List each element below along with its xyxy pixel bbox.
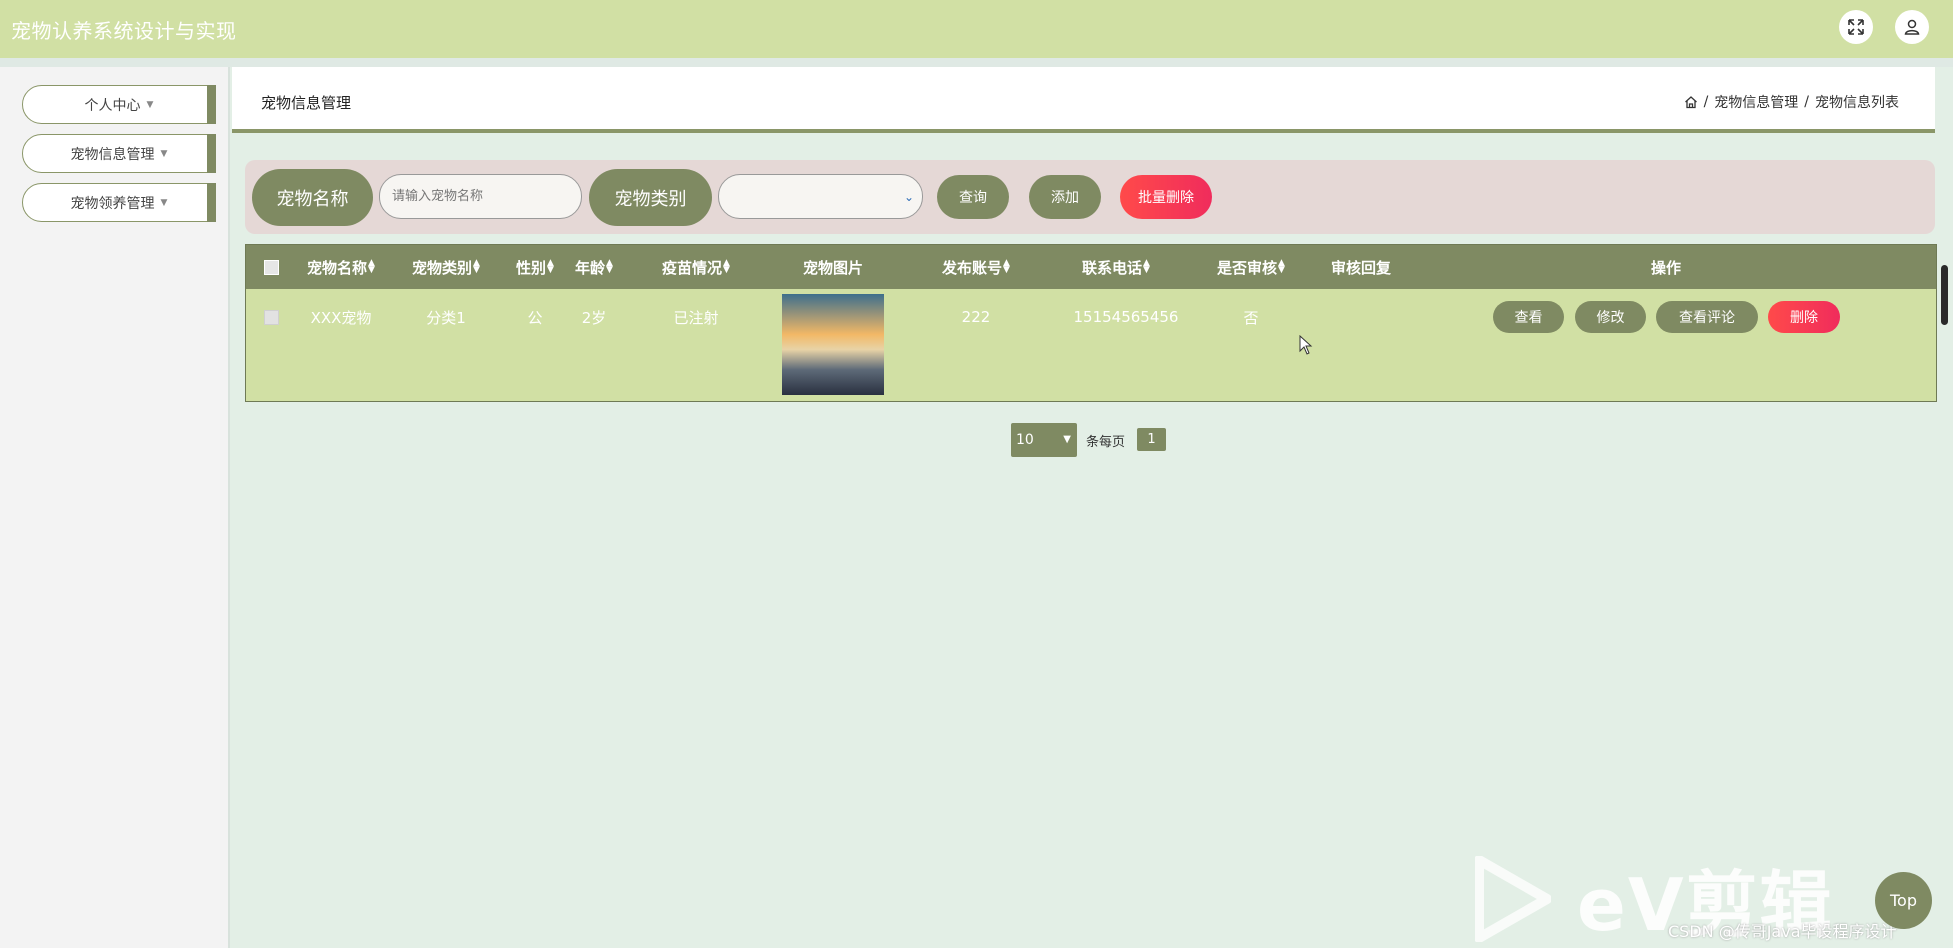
sort-icon: ▲ ▼ xyxy=(368,258,375,275)
edit-button[interactable]: 修改 xyxy=(1575,301,1646,333)
column-header-gender[interactable]: 性别 ▲ ▼ xyxy=(510,245,560,289)
column-header-account[interactable]: 发布账号 ▲ ▼ xyxy=(926,245,1026,289)
sort-icon: ▲ ▼ xyxy=(606,258,613,275)
sidebar-item-label: 个人中心 xyxy=(84,97,141,114)
back-to-top-button[interactable]: Top xyxy=(1875,872,1932,929)
pet-table: 宠物名称 ▲ ▼ 宠物类别 ▲ ▼ 性别 ▲ ▼ 年龄 ▲ ▼ 疫苗情况 ▲ ▼ 宠物图片 发布账号… xyxy=(245,244,1937,402)
sidebar-item-pet-info[interactable]: 宠物信息管理 ▼ xyxy=(22,134,216,173)
cell-account: 222 xyxy=(961,308,991,326)
sidebar-item-personal-center[interactable]: 个人中心 ▼ xyxy=(22,85,216,124)
checkbox[interactable] xyxy=(263,309,279,325)
cell-reply xyxy=(1316,289,1406,345)
delete-button[interactable]: 删除 xyxy=(1768,301,1840,333)
column-header-vaccine[interactable]: 疫苗情况 ▲ ▼ xyxy=(646,245,746,289)
page-button-1[interactable]: 1 xyxy=(1137,428,1166,451)
view-button[interactable]: 查看 xyxy=(1493,301,1564,333)
fullscreen-button[interactable] xyxy=(1839,10,1873,44)
breadcrumb: / 宠物信息管理 / 宠物信息列表 xyxy=(1684,92,1899,112)
breadcrumb-separator: / xyxy=(1804,94,1809,110)
expand-icon xyxy=(1848,19,1864,35)
home-icon[interactable] xyxy=(1684,95,1698,109)
breadcrumb-item: 宠物信息列表 xyxy=(1815,95,1899,111)
page-title: 宠物信息管理 xyxy=(261,94,352,112)
cell-vaccine: 已注射 xyxy=(673,308,719,327)
batch-delete-button[interactable]: 批量删除 xyxy=(1120,175,1212,219)
page-size-value: 10 xyxy=(1016,432,1034,448)
table-row: XXX宠物 分类1 公 2岁 已注射 222 15154565456 否 查看 … xyxy=(246,289,1936,401)
per-page-label: 条每页 xyxy=(1086,435,1126,450)
caret-down-icon: ▼ xyxy=(160,148,168,159)
sidebar-item-pet-adoption[interactable]: 宠物领养管理 ▼ xyxy=(22,183,216,222)
column-header-age[interactable]: 年龄 ▲ ▼ xyxy=(569,245,619,289)
sidebar-item-label: 宠物领养管理 xyxy=(70,195,155,212)
column-header-reviewed[interactable]: 是否审核 ▲ ▼ xyxy=(1201,245,1301,289)
cell-category: 分类1 xyxy=(426,308,466,327)
sidebar-item-label: 宠物信息管理 xyxy=(70,146,155,163)
chevron-down-icon: ⌄ xyxy=(903,190,914,204)
caret-down-icon: ▼ xyxy=(146,99,154,110)
cell-gender: 公 xyxy=(527,308,543,327)
search-panel: 宠物名称 宠物类别 ⌄ 查询 添加 批量删除 xyxy=(245,160,1935,234)
table-header: 宠物名称 ▲ ▼ 宠物类别 ▲ ▼ 性别 ▲ ▼ 年龄 ▲ ▼ 疫苗情况 ▲ ▼ 宠物图片 发布账号… xyxy=(246,245,1936,289)
sort-icon: ▲ ▼ xyxy=(1143,258,1150,275)
column-header-image: 宠物图片 xyxy=(802,258,863,277)
user-menu-button[interactable] xyxy=(1895,10,1929,44)
sort-icon: ▲ ▼ xyxy=(473,258,480,275)
cell-reviewed: 否 xyxy=(1243,308,1259,327)
breadcrumb-separator: / xyxy=(1703,94,1709,110)
top-bar: 宠物认养系统设计与实现 xyxy=(0,0,1953,58)
pet-image[interactable] xyxy=(782,294,884,395)
view-comments-button[interactable]: 查看评论 xyxy=(1656,301,1758,333)
add-button[interactable]: 添加 xyxy=(1029,175,1101,219)
sidebar: 个人中心 ▼ 宠物信息管理 ▼ 宠物领养管理 ▼ xyxy=(0,67,230,948)
chevron-down-icon: ▼ xyxy=(1063,434,1071,445)
caret-down-icon: ▼ xyxy=(160,197,168,208)
breadcrumb-item[interactable]: 宠物信息管理 xyxy=(1714,92,1798,112)
cell-phone: 15154565456 xyxy=(1073,308,1179,326)
checkbox[interactable] xyxy=(263,259,279,275)
column-header-phone[interactable]: 联系电话 ▲ ▼ xyxy=(1066,245,1166,289)
column-header-actions: 操作 xyxy=(1650,258,1681,277)
pet-category-select[interactable]: ⌄ xyxy=(718,174,923,219)
column-header-reply: 审核回复 xyxy=(1330,258,1391,277)
select-all-checkbox[interactable] xyxy=(262,245,280,289)
pet-name-label: 宠物名称 xyxy=(252,169,373,226)
sort-icon: ▲ ▼ xyxy=(723,258,730,275)
row-checkbox[interactable] xyxy=(262,289,280,345)
csdn-watermark: CSDN @传哥Java毕设程序设计 xyxy=(1668,922,1897,941)
page-header: 宠物信息管理 / 宠物信息管理 / 宠物信息列表 xyxy=(232,67,1935,133)
mouse-cursor-icon xyxy=(1299,335,1313,355)
app-title: 宠物认养系统设计与实现 xyxy=(11,19,237,43)
column-header-name[interactable]: 宠物名称 ▲ ▼ xyxy=(296,245,386,289)
cell-name: XXX宠物 xyxy=(310,308,372,327)
pet-category-label: 宠物类别 xyxy=(589,169,712,226)
pet-name-input[interactable] xyxy=(379,174,582,219)
user-icon xyxy=(1904,19,1920,35)
cell-age: 2岁 xyxy=(581,308,607,327)
top-strip xyxy=(0,58,1953,67)
query-button[interactable]: 查询 xyxy=(937,175,1009,219)
play-logo-icon xyxy=(1475,855,1551,942)
sort-icon: ▲ ▼ xyxy=(547,258,554,275)
column-header-category[interactable]: 宠物类别 ▲ ▼ xyxy=(401,245,491,289)
sort-icon: ▲ ▼ xyxy=(1003,258,1010,275)
sort-icon: ▲ ▼ xyxy=(1278,258,1285,275)
scrollbar[interactable] xyxy=(1941,265,1948,325)
page-size-select[interactable]: 10 ▼ xyxy=(1011,423,1077,457)
